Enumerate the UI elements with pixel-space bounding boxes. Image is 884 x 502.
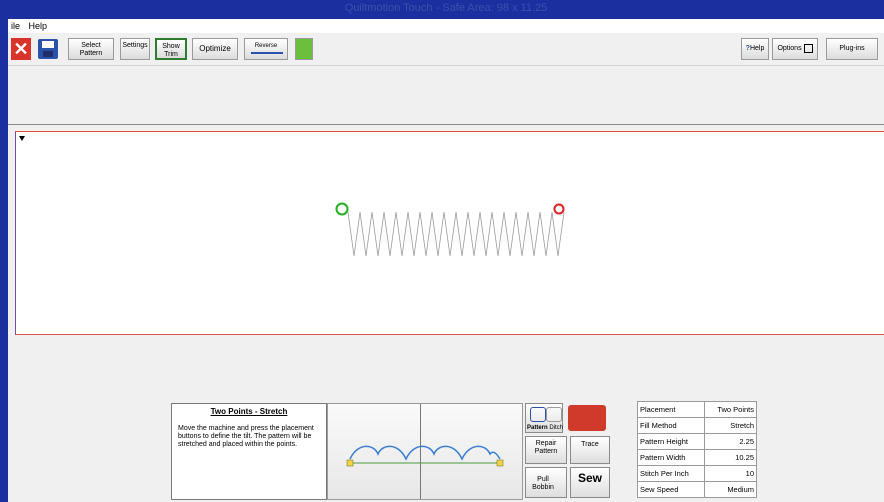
settings-button[interactable]: Settings <box>120 38 150 60</box>
table-row: Fill Method Stretch <box>636 417 757 434</box>
reverse-button[interactable]: Reverse <box>244 38 288 60</box>
table-row: Sew Speed Medium <box>636 481 757 498</box>
options-button[interactable]: Options <box>772 38 818 60</box>
sew-button[interactable]: Sew <box>570 467 610 498</box>
header-area <box>8 66 884 125</box>
menu-bar: ile Help <box>8 19 884 33</box>
end-point-marker[interactable] <box>553 203 565 215</box>
pattern-preview <box>19 136 565 257</box>
table-row: Stitch Per Inch 10 <box>636 465 757 482</box>
plugins-button[interactable]: Plug-ins <box>826 38 878 60</box>
help-button[interactable]: ?Help <box>741 38 769 60</box>
pattern-ditch-toggle[interactable]: Pattern Ditch <box>525 403 563 433</box>
pattern-properties-table: Placement Two Points Fill Method Stretch P… <box>636 401 757 498</box>
menu-help[interactable]: Help <box>26 19 51 33</box>
window-title: Quiltmotion Touch - Safe Area: 98 x 11.2… <box>344 2 548 14</box>
show-trim-button[interactable]: Show Trim <box>155 38 187 60</box>
table-row: Pattern Height 2.25 <box>636 433 757 450</box>
ditch-label: Ditch <box>549 425 563 431</box>
heart-outline-icon <box>546 407 562 422</box>
sewing-canvas[interactable] <box>15 131 884 335</box>
table-row: Pattern Width 10.25 <box>636 449 757 466</box>
instruction-title: Two Points - Stretch <box>210 407 288 416</box>
export-icon[interactable] <box>295 38 313 60</box>
options-checkbox-icon <box>803 43 813 53</box>
menu-file[interactable]: ile <box>8 19 23 33</box>
save-icon[interactable] <box>38 39 58 59</box>
title-bar: Quiltmotion Touch - Safe Area: 98 x 11.2… <box>8 0 884 19</box>
optimize-button[interactable]: Optimize <box>192 38 238 60</box>
table-row: Placement Two Points <box>636 401 757 418</box>
hearts-preview-icon <box>346 445 504 467</box>
pull-bobbin-button[interactable]: Pull Bobbin <box>525 467 567 498</box>
zigzag-pattern <box>347 211 565 257</box>
trace-button[interactable]: Trace <box>570 436 610 464</box>
repair-pattern-button[interactable]: Repair Pattern <box>525 436 567 464</box>
toolbox-icon[interactable] <box>568 405 606 431</box>
app-window: Quiltmotion Touch - Safe Area: 98 x 11.2… <box>8 0 884 502</box>
corner-marker-icon <box>19 136 25 141</box>
placement-preview[interactable] <box>327 403 523 500</box>
toolbar: ✕ Select Pattern Settings Show Trim Opti… <box>8 33 884 66</box>
instruction-panel: Two Points - Stretch Move the machine an… <box>171 403 327 500</box>
start-point-marker[interactable] <box>335 202 349 216</box>
heart-icon <box>530 407 546 422</box>
select-pattern-button[interactable]: Select Pattern <box>68 38 114 60</box>
close-icon[interactable]: ✕ <box>11 38 31 60</box>
pattern-label: Pattern <box>526 425 548 431</box>
instruction-text: Move the machine and press the placement… <box>178 425 314 448</box>
reverse-arrow-icon <box>251 52 283 54</box>
